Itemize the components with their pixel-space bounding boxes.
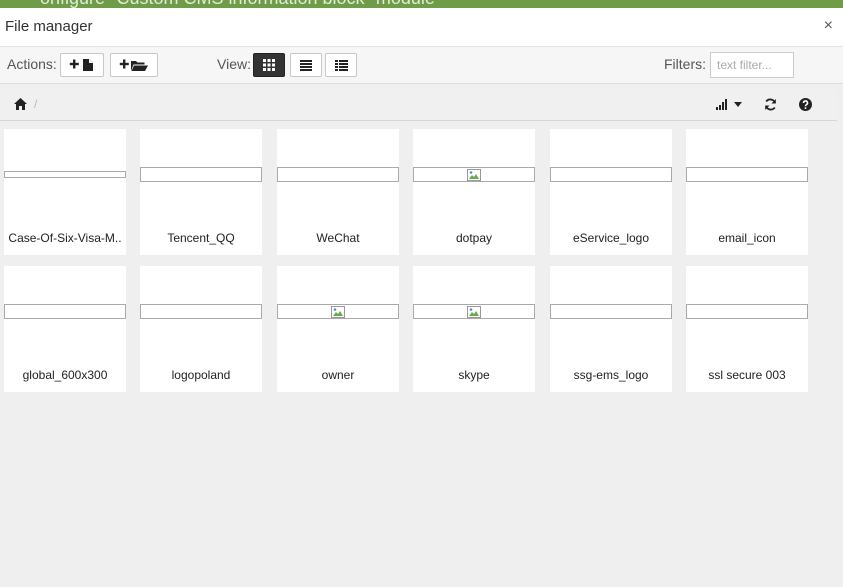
actions-label: Actions: (7, 56, 57, 72)
file-tile[interactable]: owner (277, 266, 399, 392)
broken-image-icon (467, 306, 481, 318)
caret-down-icon (734, 102, 742, 107)
view-columns-button[interactable] (325, 53, 357, 77)
broken-image-icon (467, 169, 481, 181)
broken-image-icon (331, 306, 345, 318)
file-name: skype (458, 368, 490, 382)
file-thumbnail (413, 167, 535, 182)
close-button[interactable]: × (824, 17, 833, 35)
file-tile[interactable]: logopoland (140, 266, 262, 392)
list-icon (300, 59, 312, 71)
view-list-button[interactable] (290, 53, 322, 77)
file-name: logopoland (171, 368, 231, 382)
file-name: email_icon (718, 231, 776, 245)
file-name: global_600x300 (22, 368, 108, 382)
home-icon[interactable] (14, 98, 27, 110)
file-thumbnail (277, 304, 399, 319)
file-name: WeChat (316, 231, 360, 245)
signal-bars-icon (716, 99, 727, 110)
view-grid-button[interactable] (253, 53, 285, 77)
file-thumbnail (686, 304, 808, 319)
file-thumbnail (4, 171, 126, 178)
file-thumbnail (550, 167, 672, 182)
background-page-title: onfigure "Custom CMS information block" … (40, 0, 435, 8)
file-name: dotpay (455, 231, 493, 245)
filters-label: Filters: (664, 56, 706, 72)
file-tile[interactable]: global_600x300 (4, 266, 126, 392)
modal-title: File manager (5, 18, 93, 35)
file-tile[interactable]: eService_logo (550, 129, 672, 255)
file-tile[interactable]: email_icon (686, 129, 808, 255)
upload-file-button[interactable] (60, 53, 104, 77)
text-filter-input[interactable] (710, 52, 794, 78)
columns-list-icon (334, 59, 348, 71)
file-thumbnail (686, 167, 808, 182)
file-tile[interactable]: Case-Of-Six-Visa-M.. (4, 129, 126, 255)
file-thumbnail (550, 304, 672, 319)
add-folder-icon (119, 59, 148, 71)
file-thumbnail (413, 304, 535, 319)
toolbar: Actions: View: Filters: text filter... (0, 47, 843, 84)
breadcrumb-bar: / (0, 89, 837, 121)
breadcrumb-separator: / (34, 97, 38, 111)
new-folder-button[interactable] (110, 53, 158, 77)
add-file-icon (69, 59, 93, 71)
file-name: ssg-ems_logo (573, 368, 649, 382)
file-thumbnail (140, 167, 262, 182)
file-name: eService_logo (572, 231, 650, 245)
background-page-header: onfigure "Custom CMS information block" … (0, 0, 843, 8)
file-name: Case-Of-Six-Visa-M.. (8, 231, 122, 245)
file-thumbnail (140, 304, 262, 319)
file-name: ssl secure 003 (708, 368, 786, 382)
file-name: owner (321, 368, 355, 382)
file-thumbnail (277, 167, 399, 182)
refresh-icon[interactable] (764, 98, 777, 111)
file-thumbnail (4, 304, 126, 319)
file-tile[interactable]: ssl secure 003 (686, 266, 808, 392)
file-tile[interactable]: ssg-ems_logo (550, 266, 672, 392)
file-tile[interactable]: WeChat (277, 129, 399, 255)
file-name: Tencent_QQ (167, 231, 235, 245)
file-tile[interactable]: dotpay (413, 129, 535, 255)
modal-header: File manager × (0, 8, 843, 47)
help-icon[interactable] (799, 98, 812, 111)
file-tile[interactable]: skype (413, 266, 535, 392)
sort-dropdown-button[interactable] (716, 99, 744, 111)
view-label: View: (217, 56, 251, 72)
grid-icon (263, 59, 275, 71)
file-tile[interactable]: Tencent_QQ (140, 129, 262, 255)
